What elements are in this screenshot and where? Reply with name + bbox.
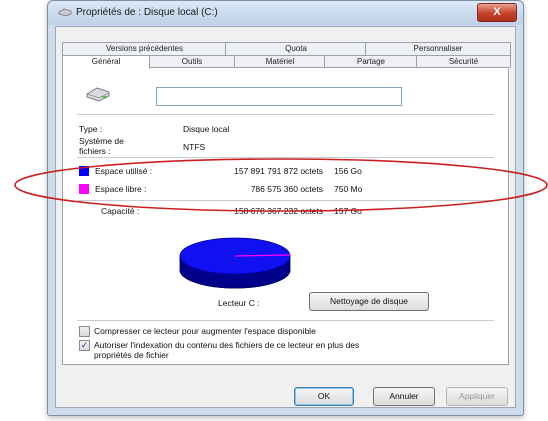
tab-previous-versions[interactable]: Versions précédentes	[62, 42, 227, 55]
separator	[77, 157, 494, 158]
drive-letter-label: Lecteur C :	[218, 298, 260, 308]
index-checkbox[interactable]: ✓	[79, 340, 90, 351]
tab-label: Outils	[181, 57, 203, 66]
drive-icon	[58, 8, 72, 17]
tab-label: Sécurité	[448, 57, 479, 66]
used-space-label: Espace utilisé :	[95, 166, 153, 176]
general-panel: Type : Disque local Système de fichiers …	[62, 67, 509, 365]
disk-cleanup-button[interactable]: Nettoyage de disque	[309, 292, 429, 311]
tab-label: Quota	[285, 44, 307, 53]
type-label: Type :	[79, 124, 103, 134]
used-space-bytes: 157 891 791 872 octets	[234, 166, 323, 176]
tab-label: Versions précédentes	[106, 44, 183, 53]
drive-name-input[interactable]	[156, 87, 402, 106]
capacity-size: 157 Go	[334, 206, 362, 216]
type-value: Disque local	[183, 124, 230, 134]
tab-quota[interactable]: Quota	[225, 42, 367, 55]
filesystem-value: NTFS	[183, 142, 206, 152]
separator	[77, 320, 494, 321]
hard-drive-icon	[86, 87, 110, 102]
separator	[77, 200, 494, 201]
compress-checkbox[interactable]	[79, 326, 90, 337]
index-label-line1: Autoriser l'indexation du contenu des fi…	[94, 340, 360, 350]
capacity-label: Capacité :	[101, 206, 140, 216]
free-space-swatch	[79, 184, 89, 194]
free-space-size: 750 Mo	[334, 184, 363, 194]
apply-button[interactable]: Appliquer	[446, 387, 508, 406]
compress-label: Compresser ce lecteur pour augmenter l'e…	[94, 326, 316, 336]
dialog-client: Versions précédentes Quota Personnaliser…	[55, 26, 516, 408]
tab-general[interactable]: Général	[62, 55, 150, 69]
properties-window: Propriétés de : Disque local (C:) X Vers…	[47, 0, 524, 416]
used-space-size: 156 Go	[334, 166, 362, 176]
cancel-button[interactable]: Annuler	[373, 387, 435, 406]
filesystem-label: Système de fichiers :	[79, 136, 124, 156]
tab-label: Matériel	[265, 57, 295, 66]
tab-label: Général	[91, 57, 121, 66]
close-button[interactable]: X	[477, 3, 517, 22]
index-label-line2: propriétés de fichier	[94, 350, 169, 360]
free-space-label: Espace libre :	[95, 184, 147, 194]
capacity-bytes: 158 678 367 232 octets	[234, 206, 323, 216]
tab-label: Partage	[356, 57, 386, 66]
disk-usage-pie-chart	[179, 237, 291, 289]
free-space-bytes: 786 575 360 octets	[250, 184, 323, 194]
separator	[77, 114, 494, 115]
tab-customize[interactable]: Personnaliser	[365, 42, 511, 55]
ok-button[interactable]: OK	[294, 387, 354, 406]
used-space-swatch	[79, 166, 89, 176]
title-bar[interactable]: Propriétés de : Disque local (C:) X	[48, 1, 523, 25]
window-title: Propriétés de : Disque local (C:)	[76, 7, 218, 18]
tab-label: Personnaliser	[413, 44, 463, 53]
